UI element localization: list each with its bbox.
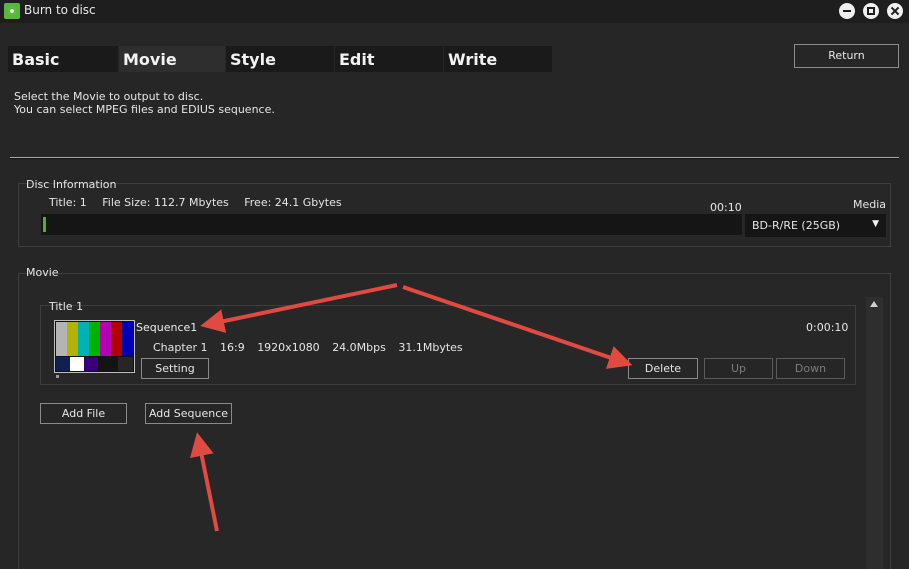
resolution: 1920x1080 [257,341,320,354]
add-file-button[interactable]: Add File [40,403,127,424]
add-sequence-button[interactable]: Add Sequence [145,403,232,424]
chapter-name: Chapter 1 [153,341,208,354]
divider-shadow [10,158,899,159]
sequence-thumbnail[interactable] [54,320,135,373]
setting-button[interactable]: Setting [141,358,209,379]
app-icon [4,3,20,19]
instruction-line-1: Select the Movie to output to disc. [14,90,204,103]
aspect-ratio: 16:9 [219,341,245,354]
media-label: Media [853,198,887,211]
return-button[interactable]: Return [794,44,899,68]
up-button[interactable]: Up [704,358,773,379]
file-size: File Size: 112.7 Mbytes [102,196,229,209]
title-count: Title: 1 [49,196,87,209]
tab-write[interactable]: Write [444,46,552,72]
instruction-line-2: You can select MPEG files and EDIUS sequ… [14,103,275,116]
thumbnail-indicator [56,375,59,378]
movie-group-label: Movie [26,266,59,279]
tab-basic[interactable]: Basic [8,46,118,72]
file-size-movie: 31.1Mbytes [398,341,463,354]
title-bar: Burn to disc [0,0,909,23]
media-select[interactable]: BD-R/RE (25GB) ▼ [745,214,886,237]
window-title: Burn to disc [24,3,96,17]
delete-button[interactable]: Delete [628,358,698,379]
minimize-icon[interactable] [839,3,855,19]
time-marker: 00:10 [710,201,742,214]
tab-movie[interactable]: Movie [119,46,225,72]
bitrate: 24.0Mbps [332,341,386,354]
sequence-name: Sequence1 [136,321,198,334]
down-button[interactable]: Down [776,358,845,379]
disc-information-label: Disc Information [26,178,117,191]
scrollbar[interactable] [866,297,883,569]
free-space: Free: 24.1 Gbytes [244,196,342,209]
maximize-icon[interactable] [863,3,879,19]
disc-stats: Title: 1 File Size: 112.7 Mbytes Free: 2… [49,196,354,209]
chevron-down-icon: ▼ [872,219,879,229]
chapter-info: Chapter 1 16:9 1920x1080 24.0Mbps 31.1Mb… [153,341,472,354]
tab-style[interactable]: Style [226,46,334,72]
disc-usage-bar [41,214,742,235]
close-icon[interactable] [887,3,903,19]
scroll-up-icon[interactable] [870,301,878,307]
media-select-value: BD-R/RE (25GB) [752,219,841,232]
instructions: Select the Movie to output to disc. You … [14,90,275,116]
title-label: Title 1 [49,300,84,313]
disc-usage-fill [43,217,46,232]
sequence-duration: 0:00:10 [806,321,849,334]
tab-edit[interactable]: Edit [335,46,443,72]
